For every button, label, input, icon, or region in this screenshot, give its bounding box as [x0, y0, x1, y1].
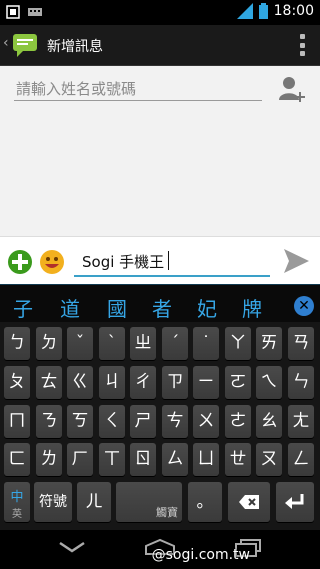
key[interactable]: ㄙ: [162, 443, 188, 476]
battery-icon: [258, 3, 268, 19]
clock: 18:00: [273, 3, 314, 19]
attach-icon[interactable]: [8, 250, 32, 274]
notification-icon: [6, 5, 20, 19]
key[interactable]: ㄑ: [99, 405, 125, 438]
key[interactable]: ㄧ: [193, 366, 219, 399]
candidate-item[interactable]: 道: [60, 293, 80, 322]
candidate-item[interactable]: 子: [13, 293, 33, 322]
compose-bar: Sogi 手機王: [0, 236, 320, 285]
message-input[interactable]: Sogi 手機王: [74, 243, 270, 277]
key[interactable]: ㄚ: [225, 327, 251, 360]
status-left: [6, 5, 42, 19]
key[interactable]: ㄦ: [77, 482, 111, 522]
key[interactable]: ㄞ: [256, 327, 282, 360]
page-title: 新增訊息: [47, 39, 103, 55]
recipient-placeholder: 請輸入姓名或號碼: [16, 80, 137, 98]
key[interactable]: ㄐ: [99, 366, 125, 399]
signal-icon: [236, 3, 253, 19]
backspace-icon: [239, 495, 259, 509]
overflow-menu-icon[interactable]: [300, 34, 306, 56]
key[interactable]: ㄉ: [36, 327, 62, 360]
key[interactable]: ㄢ: [288, 327, 314, 360]
watermark: @sogi.com.tw: [151, 547, 250, 563]
key[interactable]: ˇ: [67, 327, 93, 360]
key[interactable]: ㄎ: [67, 405, 93, 438]
key[interactable]: ㄖ: [130, 443, 156, 476]
key[interactable]: ㄜ: [225, 405, 251, 438]
key[interactable]: ˊ: [162, 327, 188, 360]
key[interactable]: ㄛ: [225, 366, 251, 399]
key[interactable]: ˋ: [99, 327, 125, 360]
recipient-input[interactable]: 請輸入姓名或號碼: [14, 76, 262, 101]
text-cursor: [168, 251, 169, 270]
smiley-icon[interactable]: [39, 249, 65, 275]
candidate-item[interactable]: 國: [107, 293, 127, 322]
app-bar: ‹ 新增訊息: [0, 25, 320, 66]
language-switch-key[interactable]: 中 英: [4, 482, 30, 522]
candidate-item[interactable]: 牌: [242, 293, 262, 322]
key[interactable]: ㄩ: [193, 443, 219, 476]
close-candidates-icon[interactable]: ✕: [294, 296, 314, 316]
key[interactable]: ㄠ: [256, 405, 282, 438]
key[interactable]: ㄣ: [288, 366, 314, 399]
backspace-key[interactable]: [228, 482, 270, 522]
key[interactable]: ㄔ: [130, 366, 156, 399]
key[interactable]: ㄈ: [4, 443, 30, 476]
hide-keyboard-icon[interactable]: [58, 540, 86, 554]
key[interactable]: ˙: [193, 327, 219, 360]
key[interactable]: ㄇ: [4, 405, 30, 438]
enter-key[interactable]: [276, 482, 314, 522]
lang-secondary-label: 英: [12, 509, 22, 520]
send-icon[interactable]: [282, 247, 310, 275]
back-icon[interactable]: ‹: [3, 35, 9, 51]
space-key[interactable]: 觸寶: [116, 482, 182, 522]
symbols-key[interactable]: 符號: [34, 482, 72, 522]
candidate-item[interactable]: 妃: [197, 293, 217, 322]
message-area: 請輸入姓名或號碼: [0, 66, 320, 236]
key[interactable]: ㄡ: [256, 443, 282, 476]
key[interactable]: ㄆ: [4, 366, 30, 399]
status-bar: 18:00: [0, 0, 320, 25]
key[interactable]: ㄟ: [256, 366, 282, 399]
messaging-app-icon[interactable]: [12, 32, 38, 58]
key[interactable]: ㄨ: [193, 405, 219, 438]
key[interactable]: ㄤ: [288, 405, 314, 438]
lang-primary-label: 中: [10, 490, 24, 505]
key[interactable]: ㄥ: [288, 443, 314, 476]
keyboard-notification-icon: [28, 8, 42, 16]
period-key[interactable]: 。: [188, 482, 222, 522]
keyboard: ㄅ ㄉ ˇ ˋ ㄓ ˊ ˙ ㄚ ㄞ ㄢ ㄆ ㄊ ㄍ ㄐ ㄔ ㄗ ㄧ ㄛ ㄟ ㄣ …: [0, 322, 320, 530]
enter-icon: [285, 494, 304, 509]
key[interactable]: ㄗ: [162, 366, 188, 399]
add-contact-icon[interactable]: [278, 74, 306, 104]
key[interactable]: ㄍ: [67, 366, 93, 399]
candidate-bar: 子 道 國 者 妃 牌 ✕: [0, 284, 320, 323]
key[interactable]: ㄕ: [130, 405, 156, 438]
key[interactable]: ㄅ: [4, 327, 30, 360]
key[interactable]: ㄝ: [225, 443, 251, 476]
message-text: Sogi 手機王: [82, 253, 165, 271]
space-label: 觸寶: [156, 506, 178, 519]
key[interactable]: ㄊ: [36, 366, 62, 399]
key[interactable]: ㄓ: [130, 327, 156, 360]
key[interactable]: ㄌ: [36, 443, 62, 476]
key[interactable]: ㄏ: [67, 443, 93, 476]
key[interactable]: ㄒ: [99, 443, 125, 476]
status-right: 18:00: [236, 3, 314, 19]
candidate-item[interactable]: 者: [152, 293, 172, 322]
key[interactable]: ㄘ: [162, 405, 188, 438]
key[interactable]: ㄋ: [36, 405, 62, 438]
